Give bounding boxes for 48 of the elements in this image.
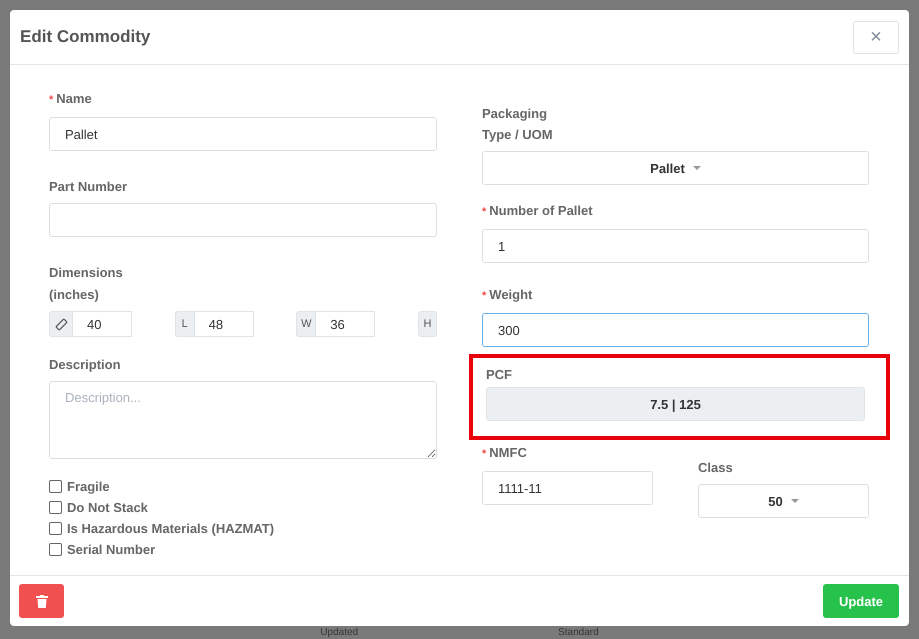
pcf-field: 7.5 | 125 [486,387,865,421]
dimension-field[interactable]: 36 [315,311,376,337]
checkbox-label: Fragile [67,479,110,494]
checkbox[interactable] [49,501,62,514]
checkbox[interactable] [49,543,62,556]
field-label: Number of Pallet [489,203,593,218]
background-text: Standard [558,627,599,638]
caret-icon [692,166,701,170]
dialog-title: Edit Commodity [20,27,150,47]
name-field[interactable]: Pallet [49,117,437,151]
background-text: Updated [320,627,358,638]
dimension-addon: L [174,311,194,337]
checkbox-label: Is Hazardous Materials (HAZMAT) [67,521,274,536]
required-asterisk: * [482,290,486,302]
field-label: Part Number [49,179,128,194]
trash-icon [36,594,48,608]
dimension-field[interactable]: 40 [72,311,132,337]
field-label: Weight [489,287,532,302]
dimension-addon: W [296,311,316,337]
checkbox[interactable] [49,522,62,535]
field-label: Description [49,356,122,374]
close-button[interactable]: × [853,20,899,54]
field-label: Type / UOM [482,126,554,144]
field-label: Name [56,91,92,106]
part-number-field[interactable] [49,203,437,237]
field-label: Dimensions [49,264,124,282]
required-asterisk: * [49,94,54,106]
weight-field[interactable]: 300 [482,313,869,347]
count-field[interactable]: 1 [482,229,869,263]
dimension-addon: H [418,311,437,337]
description-field[interactable]: Description... [49,381,437,459]
ruler-icon [54,318,68,330]
field-label: NMFC [489,445,527,460]
field-label: Class [698,459,734,477]
checkbox[interactable] [49,480,62,493]
field-label: PCF [486,366,513,384]
dimension-field[interactable]: 48 [194,311,254,337]
packaging-select[interactable]: Pallet [482,151,869,185]
class-select[interactable]: 50 [698,484,869,518]
checkbox-label: Serial Number [67,542,156,557]
checkbox-label: Do Not Stack [67,500,148,515]
caret-icon [790,499,799,503]
field-label: Packaging [482,105,548,123]
nmfc-field[interactable]: 1111-11 [482,471,653,505]
delete-button[interactable] [19,584,64,618]
required-asterisk: * [482,448,486,460]
field-label: (inches) [49,286,100,304]
required-asterisk: * [482,206,486,218]
